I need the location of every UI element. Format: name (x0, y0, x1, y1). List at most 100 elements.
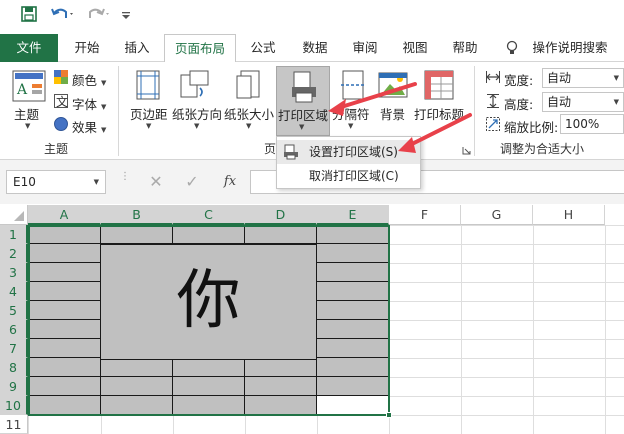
cell-b8[interactable] (101, 358, 173, 377)
margins-button[interactable]: 页边距 (130, 104, 168, 123)
tab-insert[interactable]: 插入 (114, 34, 160, 62)
page-setup-launcher-icon[interactable] (462, 144, 471, 155)
background-button[interactable]: 背景 (380, 104, 405, 123)
tab-formulas[interactable]: 公式 (240, 34, 286, 62)
fill-handle[interactable] (386, 412, 392, 418)
cell-e4[interactable] (317, 282, 389, 301)
size-button[interactable]: 纸张大小 (224, 104, 274, 123)
row-header-5[interactable]: 5 (0, 301, 28, 320)
cell-d1[interactable] (245, 225, 317, 244)
colors-button[interactable]: 颜色 ▼ (72, 70, 106, 89)
print-area-button[interactable]: 打印区域 ▼ (276, 66, 330, 136)
insert-function-icon[interactable]: fx (220, 172, 240, 192)
clear-print-area-item[interactable]: 取消打印区域(C) (277, 164, 420, 188)
size-icon[interactable] (236, 70, 262, 100)
scale-spinner[interactable]: 100% (560, 114, 624, 134)
themes-dropdown-icon[interactable]: ▼ (25, 122, 30, 130)
cell-a2[interactable] (28, 244, 101, 263)
print-titles-button[interactable]: 打印标题 (414, 104, 464, 123)
tab-home[interactable]: 开始 (64, 34, 110, 62)
cell-e10[interactable] (317, 396, 389, 415)
cell-c1[interactable] (173, 225, 245, 244)
redo-icon[interactable] (84, 6, 114, 28)
tab-file[interactable]: 文件 (0, 34, 58, 62)
cell-d9[interactable] (245, 377, 317, 396)
cell-e7[interactable] (317, 339, 389, 358)
tab-review[interactable]: 审阅 (342, 34, 388, 62)
cell-c10[interactable] (173, 396, 245, 415)
themes-button[interactable]: 主题 (14, 104, 39, 123)
cell-b9[interactable] (101, 377, 173, 396)
cell-a7[interactable] (28, 339, 101, 358)
row-header-10[interactable]: 10 (0, 396, 28, 415)
save-icon[interactable] (18, 6, 40, 28)
background-icon[interactable] (378, 70, 408, 100)
enter-icon[interactable]: ✓ (182, 172, 202, 192)
cell-e9[interactable] (317, 377, 389, 396)
tab-data[interactable]: 数据 (292, 34, 338, 62)
cell-e5[interactable] (317, 301, 389, 320)
cell-e2[interactable] (317, 244, 389, 263)
row-header-9[interactable]: 9 (0, 377, 28, 396)
size-dropdown-icon[interactable]: ▼ (246, 122, 251, 130)
cell-b1[interactable] (101, 225, 173, 244)
cell-a3[interactable] (28, 263, 101, 282)
cell-d8[interactable] (245, 358, 317, 377)
tell-me-search[interactable]: 操作说明搜索 (528, 34, 612, 62)
row-header-6[interactable]: 6 (0, 320, 28, 339)
undo-icon[interactable] (48, 6, 78, 28)
cancel-icon[interactable]: ✕ (146, 172, 166, 192)
cell-a6[interactable] (28, 320, 101, 339)
margins-dropdown-icon[interactable]: ▼ (146, 122, 151, 130)
fonts-button[interactable]: 字体 ▼ (72, 94, 106, 113)
column-header-f[interactable]: F (389, 205, 461, 225)
cell-b10[interactable] (101, 396, 173, 415)
row-header-2[interactable]: 2 (0, 244, 28, 263)
print-titles-icon[interactable] (424, 70, 454, 100)
row-header-7[interactable]: 7 (0, 339, 28, 358)
cell-e6[interactable] (317, 320, 389, 339)
row-header-1[interactable]: 1 (0, 225, 28, 244)
cell-c8[interactable] (173, 358, 245, 377)
name-box[interactable]: E10 ▼ (6, 170, 106, 194)
merged-cell[interactable]: 你 (101, 244, 317, 360)
column-header-h[interactable]: H (533, 205, 605, 225)
row-header-8[interactable]: 8 (0, 358, 28, 377)
row-header-3[interactable]: 3 (0, 263, 28, 282)
column-header-c[interactable]: C (173, 205, 245, 225)
breaks-button[interactable]: 分隔符 (332, 104, 370, 123)
cell-e1[interactable] (317, 225, 389, 244)
cell-a1[interactable] (28, 225, 101, 244)
column-header-a[interactable]: A (28, 205, 101, 225)
orientation-icon[interactable] (180, 70, 210, 100)
customize-icon[interactable] (118, 6, 134, 28)
column-header-e[interactable]: E (317, 205, 389, 225)
cell-a9[interactable] (28, 377, 101, 396)
cell-a4[interactable] (28, 282, 101, 301)
orientation-button[interactable]: 纸张方向 (172, 104, 222, 123)
lightbulb-icon[interactable] (502, 34, 522, 62)
select-all-button[interactable] (0, 205, 28, 225)
width-select[interactable]: 自动 ▼ (542, 68, 624, 88)
cell-e3[interactable] (317, 263, 389, 282)
cell-c9[interactable] (173, 377, 245, 396)
column-header-g[interactable]: G (461, 205, 533, 225)
set-print-area-item[interactable]: 设置打印区域(S) (277, 140, 420, 164)
breaks-dropdown-icon[interactable]: ▼ (348, 122, 353, 130)
cell-e8[interactable] (317, 358, 389, 377)
breaks-icon[interactable] (340, 70, 366, 100)
cell-a10[interactable] (28, 396, 101, 415)
margins-icon[interactable] (136, 70, 160, 100)
cell-a5[interactable] (28, 301, 101, 320)
cell-a8[interactable] (28, 358, 101, 377)
orientation-dropdown-icon[interactable]: ▼ (194, 122, 199, 130)
effects-button[interactable]: 效果 ▼ (72, 117, 106, 136)
tab-help[interactable]: 帮助 (442, 34, 488, 62)
row-header-11[interactable]: 11 (0, 415, 28, 434)
column-header-d[interactable]: D (245, 205, 317, 225)
row-header-4[interactable]: 4 (0, 282, 28, 301)
column-header-b[interactable]: B (101, 205, 173, 225)
tab-page-layout[interactable]: 页面布局 (164, 34, 236, 63)
cell-d10[interactable] (245, 396, 317, 415)
height-select[interactable]: 自动 ▼ (542, 92, 624, 112)
